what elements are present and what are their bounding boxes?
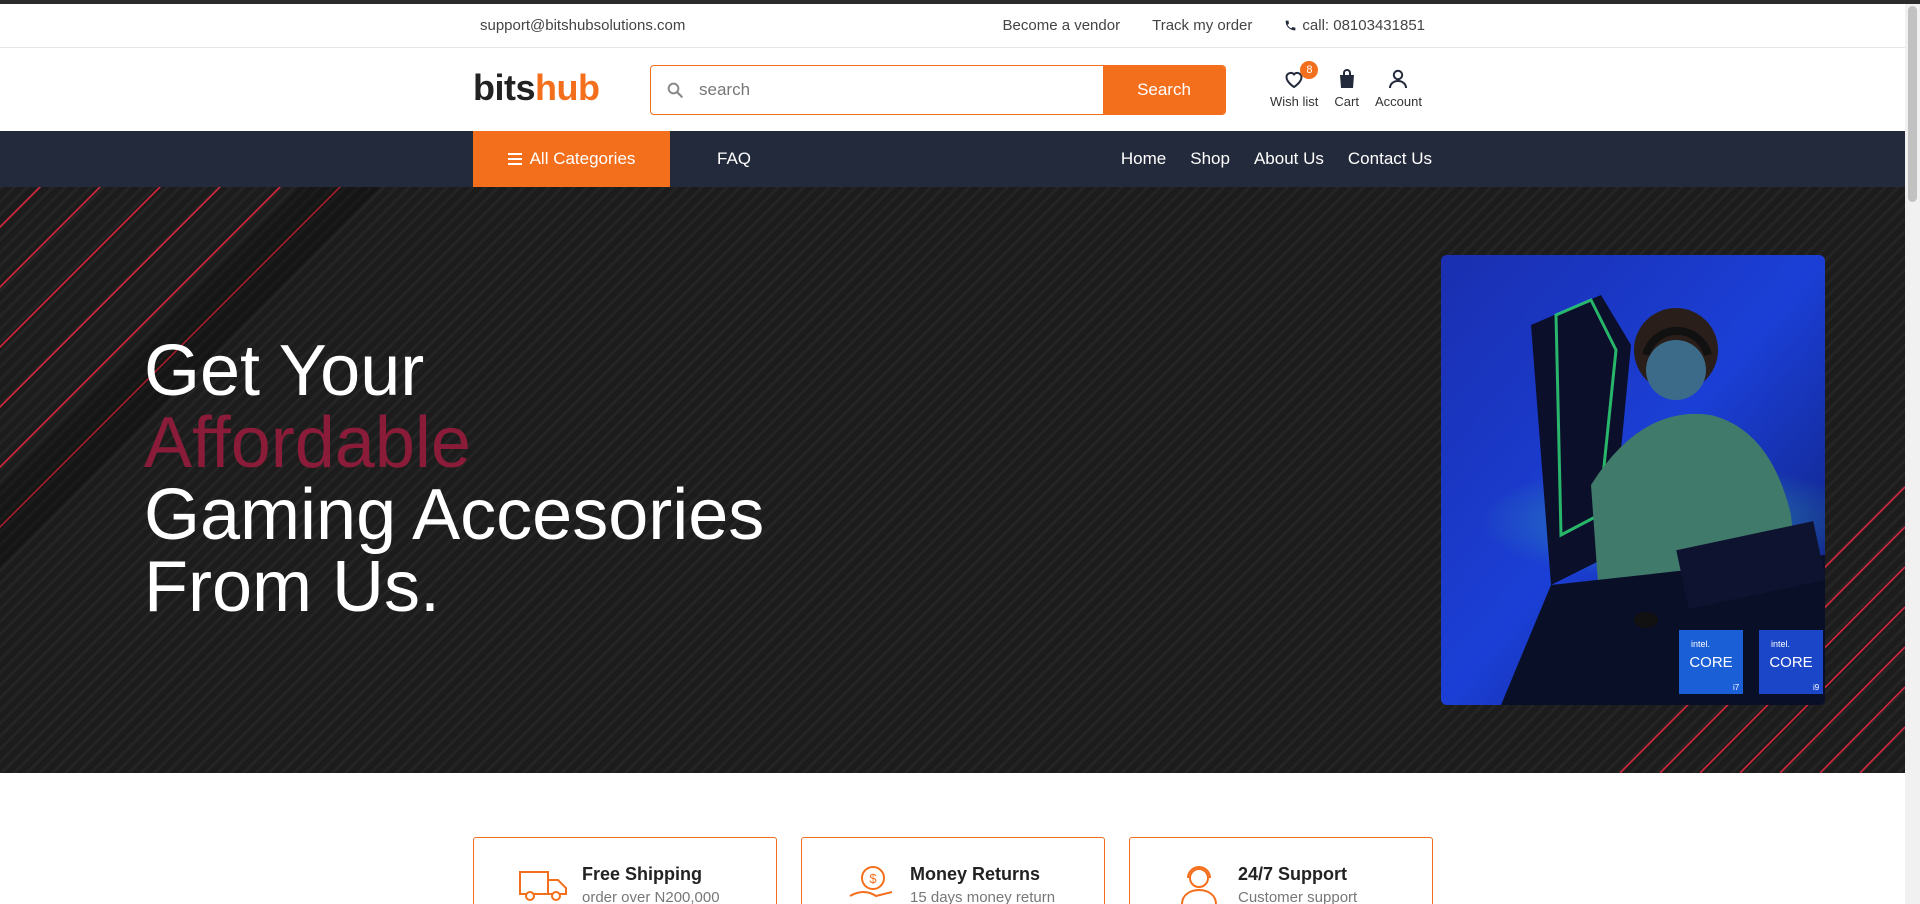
feature-subtitle: Customer support <box>1238 889 1358 904</box>
nav-contact-us[interactable]: Contact Us <box>1348 149 1432 169</box>
feature-title: Money Returns <box>910 864 1041 884</box>
feature-title: 24/7 Support <box>1238 864 1348 884</box>
phone-icon <box>1286 20 1296 31</box>
feature-free-shipping: Free Shipping order over N200,000 <box>473 837 777 904</box>
call-link[interactable]: call: 08103431851 <box>1284 17 1425 34</box>
hero-line-2: Affordable <box>144 403 471 483</box>
call-text: call: 08103431851 <box>1302 17 1425 34</box>
account-button[interactable]: Account <box>1375 67 1422 109</box>
feature-subtitle: 15 days money return <box>910 889 1056 904</box>
hero-line-4: From Us. <box>144 547 440 627</box>
wishlist-button[interactable]: 8 Wish list <box>1270 61 1319 109</box>
support-agent-icon <box>1181 866 1217 904</box>
user-icon <box>1389 69 1408 89</box>
money-return-icon: $ <box>849 866 893 898</box>
svg-text:intel.: intel. <box>1771 639 1790 649</box>
feature-support: 24/7 Support Customer support <box>1129 837 1433 904</box>
feature-subtitle: order over N200,000 <box>582 889 720 904</box>
svg-text:intel.: intel. <box>1691 639 1710 649</box>
nav-shop[interactable]: Shop <box>1190 149 1230 169</box>
search-input[interactable] <box>699 66 1103 114</box>
feature-money-returns: $ Money Returns 15 days money return <box>801 837 1105 904</box>
svg-text:CORE: CORE <box>1769 654 1812 671</box>
main-nav: All Categories FAQ Home Shop About Us Co… <box>0 131 1905 187</box>
cart-button[interactable]: Cart <box>1334 67 1359 109</box>
cart-label: Cart <box>1334 94 1359 109</box>
account-label: Account <box>1374 94 1422 109</box>
track-order-link[interactable]: Track my order <box>1152 17 1252 34</box>
header: bitshub Search 8 Wish list Cart Account <box>0 49 1905 131</box>
hero-gamer-image: CORE CORE intel. intel. i7 i9 <box>1441 255 1825 705</box>
nav-faq[interactable]: FAQ <box>717 149 751 169</box>
all-categories-label: All Categories <box>529 149 636 168</box>
wishlist-label: Wish list <box>1270 94 1319 109</box>
search-icon <box>651 66 699 114</box>
wishlist-count-badge: 8 <box>1300 61 1319 79</box>
nav-about-us[interactable]: About Us <box>1254 149 1324 169</box>
svg-text:i9: i9 <box>1813 683 1820 692</box>
top-links: Become a vendor Track my order call: 081… <box>1003 17 1425 34</box>
bitshub-logo[interactable]: bitshub <box>473 67 600 109</box>
top-bar: support@bitshubsolutions.com Become a ve… <box>0 4 1905 48</box>
features-row: Free Shipping order over N200,000 $ Mone… <box>473 837 1433 904</box>
hero-line-1: Get Your <box>144 331 425 411</box>
svg-text:$: $ <box>869 871 877 886</box>
header-icons: 8 Wish list Cart Account <box>1270 61 1422 109</box>
support-email[interactable]: support@bitshubsolutions.com <box>480 17 685 34</box>
shopping-bag-icon <box>1339 69 1354 88</box>
hero-banner: Get Your Affordable Gaming Accesories Fr… <box>0 187 1905 773</box>
search-button[interactable]: Search <box>1103 66 1225 114</box>
all-categories-button[interactable]: All Categories <box>473 131 670 187</box>
page-scrollbar[interactable] <box>1905 4 1920 904</box>
feature-title: Free Shipping <box>582 864 703 884</box>
scrollbar-thumb[interactable] <box>1908 6 1917 202</box>
nav-links: Home Shop About Us Contact Us <box>1121 149 1432 169</box>
svg-text:CORE: CORE <box>1689 654 1732 671</box>
svg-text:i7: i7 <box>1733 683 1740 692</box>
nav-home[interactable]: Home <box>1121 149 1166 169</box>
menu-icon <box>507 153 522 165</box>
search-bar: Search <box>650 65 1226 115</box>
truck-icon <box>519 871 567 901</box>
become-vendor-link[interactable]: Become a vendor <box>1003 17 1121 34</box>
hero-headline: Get Your Affordable Gaming Accesories Fr… <box>144 335 764 623</box>
hero-line-3: Gaming Accesories <box>144 475 765 555</box>
